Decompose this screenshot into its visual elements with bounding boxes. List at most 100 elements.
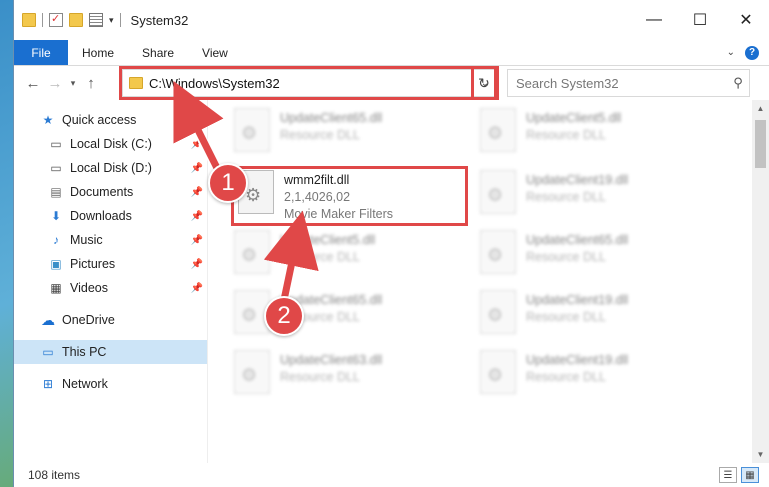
up-arrow-icon[interactable]: ↑ [80,75,102,92]
sidebar-item-videos[interactable]: ▦ Videos 📌 [14,276,207,300]
navigation-pane: ★ Quick access ▭ Local Disk (C:) 📌 ▭ Loc… [14,100,208,463]
file-highlight-box [231,166,468,226]
sidebar-item-label: Downloads [70,209,132,223]
dll-file-icon [480,290,516,334]
dll-file-icon [480,108,516,152]
sidebar-item-local-disk-c[interactable]: ▭ Local Disk (C:) 📌 [14,132,207,156]
step-2-badge: 2 [264,296,304,336]
maximize-button[interactable]: ☐ [677,0,723,40]
navigation-bar: ← → ▾ ↑ C:\Windows\System32 ⌄ ↻ Search S… [14,66,769,100]
file-type: Resource DLL [526,310,606,324]
tab-share[interactable]: Share [128,40,188,65]
sidebar-item-documents[interactable]: ▤ Documents 📌 [14,180,207,204]
file-type: Resource DLL [280,370,360,384]
sidebar-item-quick-access[interactable]: ★ Quick access [14,108,207,132]
item-count: 108 items [28,468,81,482]
file-name: UpdateClient19.dll [526,353,629,367]
file-tile[interactable]: UpdateClient65.dll Resource DLL [234,108,474,160]
scroll-down-icon[interactable]: ▼ [752,446,769,463]
recent-locations-chevron-icon[interactable]: ▾ [66,78,80,89]
sidebar-item-this-pc[interactable]: ▭ This PC [14,340,207,364]
drive-icon: ▭ [50,137,62,151]
tiles-view-icon[interactable]: ▦ [741,467,759,483]
music-icon: ♪ [53,233,59,247]
drive-icon: ▭ [50,161,62,175]
sidebar-item-music[interactable]: ♪ Music 📌 [14,228,207,252]
file-tile[interactable]: UpdateClient5.dll Resource DLL [480,108,720,160]
main-area: ★ Quick access ▭ Local Disk (C:) 📌 ▭ Loc… [14,100,769,463]
vertical-scrollbar[interactable]: ▲ ▼ [752,100,769,463]
explorer-window: ▾ System32 — ☐ ✕ File Home Share View ⌄ … [13,0,769,487]
sidebar-item-label: This PC [62,345,107,359]
file-tile[interactable]: UpdateClient63.dll Resource DLL [234,350,474,402]
window-title: System32 [130,12,189,28]
search-icon[interactable]: ⚲ [727,75,749,91]
details-view-icon[interactable]: ☰ [719,467,737,483]
pin-icon[interactable]: 📌 [191,211,203,222]
file-type: Resource DLL [526,128,606,142]
pin-icon[interactable]: 📌 [191,259,203,270]
pin-icon[interactable]: 📌 [191,139,203,150]
file-name: UpdateClient63.dll [280,353,383,367]
file-type: Resource DLL [526,250,606,264]
customize-toolbar-dropdown[interactable]: ▾ [109,15,114,26]
properties-check-icon[interactable] [49,12,63,27]
minimize-button[interactable]: — [631,0,677,40]
sidebar-item-label: Music [70,233,103,247]
file-name: UpdateClient5.dll [526,111,622,125]
file-tile[interactable]: UpdateClient5.dll Resource DLL [234,230,474,282]
search-placeholder: Search System32 [516,75,619,91]
file-name: UpdateClient19.dll [526,173,629,187]
cloud-icon: ☁ [41,311,55,328]
tab-view[interactable]: View [188,40,242,65]
file-tile[interactable]: UpdateClient19.dll Resource DLL [480,290,720,342]
dll-file-icon [234,108,270,152]
file-tile[interactable]: UpdateClient19.dll Resource DLL [480,350,720,402]
sidebar-item-network[interactable]: ⊞ Network [14,372,207,396]
sidebar-item-label: Local Disk (D:) [70,161,152,175]
expand-ribbon-chevron-icon[interactable]: ⌄ [727,47,735,58]
sidebar-item-downloads[interactable]: ⬇ Downloads 📌 [14,204,207,228]
pin-icon[interactable]: 📌 [191,283,203,294]
sidebar-item-label: Network [62,377,108,391]
search-input[interactable]: Search System32 ⚲ [507,69,750,97]
sidebar-item-label: Documents [70,185,134,199]
file-tile[interactable]: UpdateClient19.dll Resource DLL [480,170,720,222]
sidebar-item-local-disk-d[interactable]: ▭ Local Disk (D:) 📌 [14,156,207,180]
computer-icon: ▭ [42,345,54,359]
close-button[interactable]: ✕ [723,0,769,40]
step-1-badge: 1 [208,163,248,203]
network-icon: ⊞ [42,377,54,391]
sidebar-item-onedrive[interactable]: ☁ OneDrive [14,308,207,332]
back-arrow-icon[interactable]: ← [22,75,44,92]
scroll-up-icon[interactable]: ▲ [752,100,769,117]
dll-file-icon [480,350,516,394]
tab-home[interactable]: Home [68,40,128,65]
dll-file-icon [480,170,516,214]
forward-arrow-icon[interactable]: → [44,75,66,92]
pin-icon[interactable]: 📌 [191,235,203,246]
help-icon[interactable]: ? [745,45,759,60]
videos-icon: ▦ [50,281,62,295]
scroll-thumb[interactable] [755,120,766,168]
documents-icon: ▤ [50,185,62,199]
sidebar-item-pictures[interactable]: ▣ Pictures 📌 [14,252,207,276]
sidebar-item-label: Local Disk (C:) [70,137,152,151]
file-type: Resource DLL [526,370,606,384]
file-name: UpdateClient19.dll [526,293,629,307]
ribbon-help-area: ⌄ ? [727,40,769,65]
tab-file[interactable]: File [14,40,68,65]
file-name: UpdateClient5.dll [280,233,376,247]
pin-icon[interactable]: 📌 [191,187,203,198]
file-name: UpdateClient65.dll [526,233,629,247]
file-type: Resource DLL [280,128,360,142]
new-folder-icon[interactable] [69,13,83,27]
properties-icon[interactable] [89,13,103,27]
ribbon-tabs: File Home Share View ⌄ ? [14,40,769,66]
pin-icon[interactable]: 📌 [191,163,203,174]
title-bar: ▾ System32 — ☐ ✕ [14,0,769,40]
sidebar-item-label: Pictures [70,257,116,271]
sidebar-item-label: OneDrive [62,313,115,327]
file-tile[interactable]: UpdateClient65.dll Resource DLL [480,230,720,282]
toolbar-divider [42,13,43,27]
